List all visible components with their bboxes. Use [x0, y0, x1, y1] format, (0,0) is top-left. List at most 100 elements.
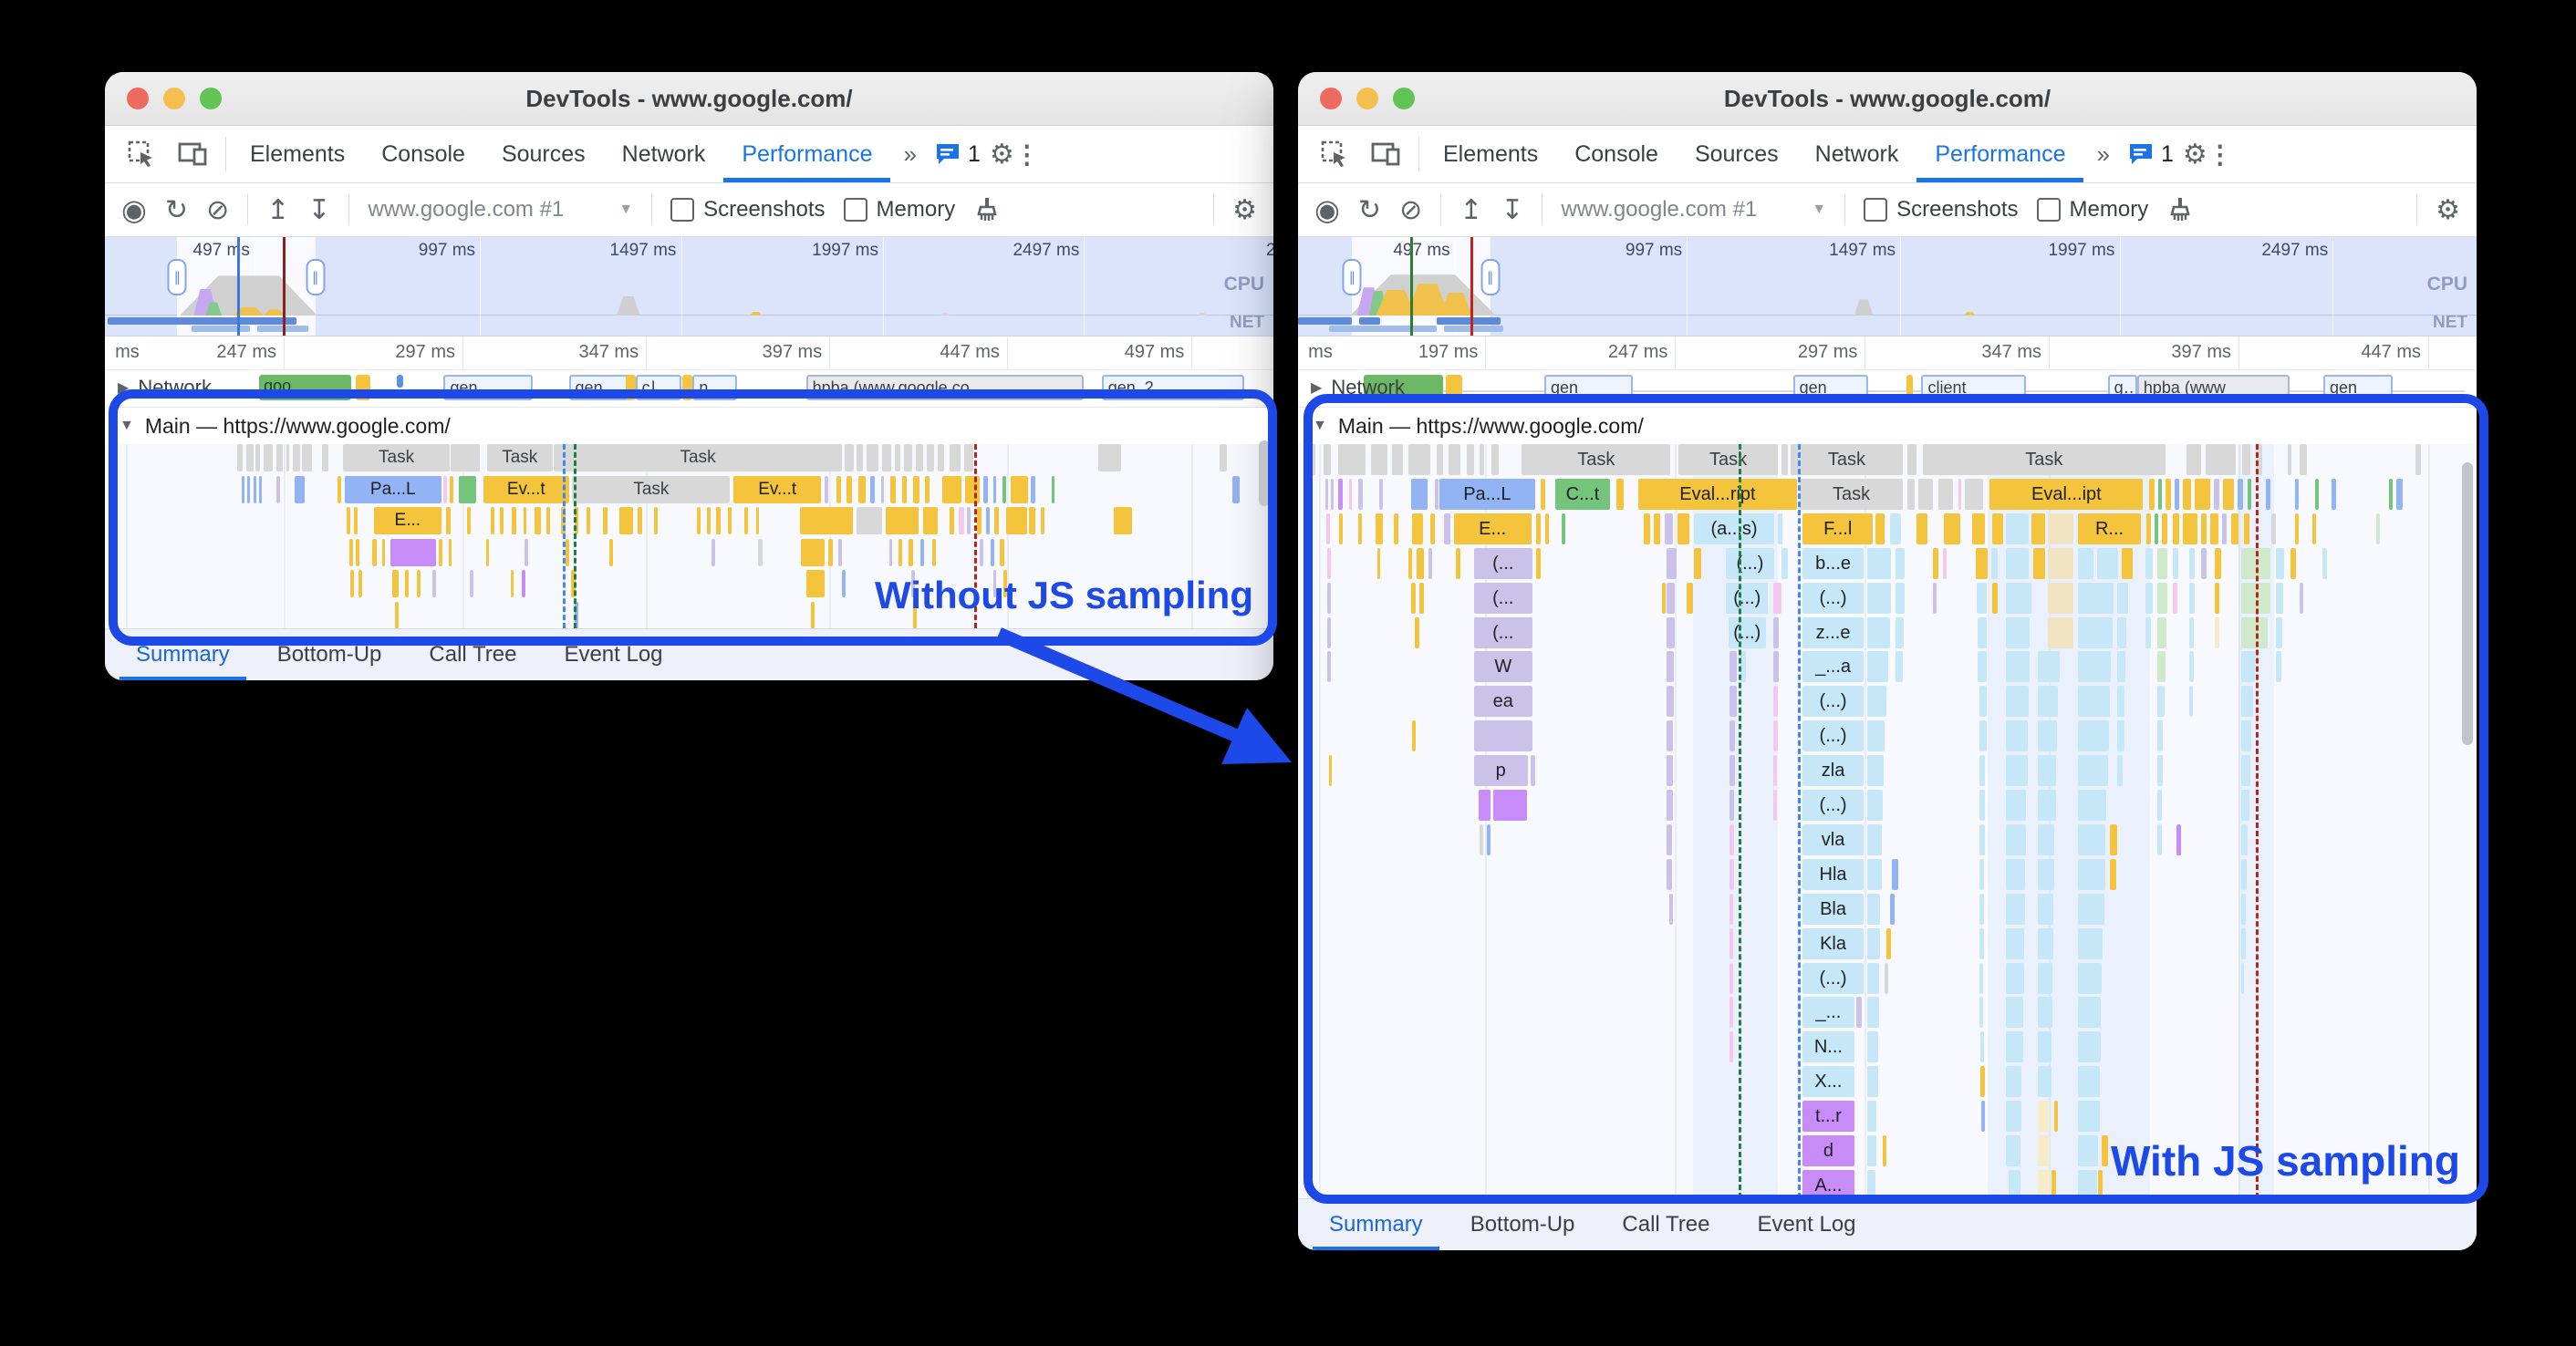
flame-bar[interactable] [2215, 547, 2221, 579]
flame-bar[interactable] [2314, 478, 2319, 510]
expand-triangle-icon[interactable]: ▼ [1313, 418, 1327, 434]
flame-bar[interactable] [2110, 858, 2116, 890]
flame-bar[interactable] [711, 538, 715, 566]
flame-bar[interactable]: Hla [1802, 858, 1864, 890]
flame-bar[interactable] [2047, 616, 2074, 648]
flame-bar[interactable] [259, 475, 263, 503]
flame-bar[interactable] [1449, 444, 1461, 475]
flame-bar[interactable] [889, 475, 897, 503]
flame-bar[interactable] [322, 444, 328, 471]
flame-bar[interactable] [856, 507, 882, 534]
network-request-bar[interactable]: gen [1544, 375, 1633, 400]
flame-bar[interactable] [1867, 582, 1891, 614]
flame-bar[interactable] [2006, 962, 2024, 994]
flame-bar[interactable] [459, 475, 477, 503]
flame-bar[interactable] [2156, 616, 2167, 648]
flame-bar[interactable] [1491, 444, 1499, 475]
flame-bar[interactable] [1772, 651, 1780, 683]
flame-bar[interactable] [1867, 927, 1881, 959]
flame-bar[interactable]: Task [1800, 478, 1903, 510]
flame-bar[interactable] [2188, 582, 2196, 614]
flame-bar[interactable] [800, 507, 853, 534]
flame-bar[interactable] [1419, 582, 1425, 614]
timeline-overview[interactable]: CPU NET 497 ms 997 ms 1497 ms 1997 ms 2497 m… [105, 237, 1273, 336]
flame-bar[interactable] [654, 507, 658, 534]
flame-bar[interactable]: Task [486, 444, 553, 471]
flame-bar[interactable] [2221, 513, 2228, 544]
flame-bar[interactable] [913, 475, 919, 503]
network-request-bar[interactable]: n… [692, 375, 737, 400]
network-request-bar[interactable]: gen_2… [1101, 375, 1244, 400]
kebab-menu-icon[interactable]: ⋮ [2207, 126, 2233, 182]
flame-bar[interactable] [1942, 547, 1947, 579]
flame-bar[interactable] [1393, 513, 1398, 544]
flame-bar[interactable]: (...) [1802, 720, 1864, 752]
flame-bar[interactable] [925, 475, 930, 503]
flame-bar[interactable] [1916, 513, 1927, 544]
flame-bar[interactable] [276, 444, 283, 471]
flame-bar[interactable] [2240, 858, 2248, 890]
flame-bar[interactable] [2006, 1101, 2022, 1133]
flame-bar[interactable] [2145, 582, 2153, 614]
flame-bar[interactable] [2078, 1101, 2100, 1133]
flame-bar[interactable] [2290, 547, 2297, 579]
flame-bar[interactable] [1687, 582, 1693, 614]
flame-bar[interactable] [1772, 755, 1777, 787]
flame-bar[interactable]: Task [343, 444, 450, 471]
flame-bar[interactable] [469, 570, 473, 597]
flame-bar[interactable] [1662, 582, 1667, 614]
flame-bar[interactable] [931, 538, 936, 566]
flame-bar[interactable] [1885, 927, 1891, 959]
flame-bar[interactable] [1348, 478, 1353, 510]
history-select[interactable]: www.google.com #1 ▼ [368, 197, 633, 223]
flame-bar[interactable] [1777, 513, 1782, 544]
flame-bar[interactable] [2038, 1066, 2051, 1098]
flame-bar[interactable] [394, 601, 399, 628]
flame-bar[interactable] [1937, 478, 1954, 510]
flame-bar[interactable] [825, 475, 828, 503]
inspect-element-button[interactable] [1309, 126, 1360, 182]
flame-bar[interactable] [2078, 720, 2109, 752]
flame-bar[interactable] [2295, 513, 2299, 544]
flame-bar[interactable] [2006, 893, 2026, 925]
flame-bar[interactable] [964, 475, 981, 503]
flame-bar[interactable] [1493, 790, 1527, 821]
flame-bar[interactable] [1667, 755, 1673, 787]
flame-bar[interactable] [920, 538, 924, 566]
flame-bar[interactable] [2078, 1169, 2097, 1198]
main-track-header[interactable]: ▼ Main — https://www.google.com/ [105, 408, 1273, 444]
flame-bar[interactable] [2006, 651, 2031, 683]
flame-bar[interactable] [253, 475, 256, 503]
tab-bottom-up[interactable]: Bottom-Up [1450, 1199, 1595, 1250]
flame-bar[interactable] [2038, 651, 2060, 683]
flame-bar[interactable] [2078, 927, 2103, 959]
flame-bar[interactable] [2054, 1101, 2059, 1133]
flame-bar[interactable] [1434, 478, 1439, 510]
flame-bar[interactable]: _... [1802, 997, 1854, 1029]
tab-sources[interactable]: Sources [1677, 126, 1797, 182]
flame-bar[interactable] [356, 538, 360, 566]
flame-bar[interactable] [485, 538, 490, 566]
flame-bar[interactable] [2200, 547, 2207, 579]
flame-bar[interactable] [2231, 513, 2238, 544]
flame-bar[interactable] [2389, 478, 2394, 510]
flame-bar[interactable]: (...) [1802, 962, 1864, 994]
flame-bar[interactable] [276, 475, 281, 503]
flame-bar[interactable] [1896, 651, 1903, 683]
flame-bar[interactable] [2033, 547, 2046, 579]
screenshots-checkbox-group[interactable]: Screenshots [670, 197, 826, 223]
tab-call-tree[interactable]: Call Tree [409, 629, 536, 680]
flame-bar[interactable] [1867, 858, 1882, 890]
flame-bar[interactable]: A... [1802, 1169, 1854, 1198]
flame-bar[interactable] [2009, 1169, 2020, 1198]
flame-bar[interactable] [2006, 686, 2030, 718]
flame-bar[interactable] [2006, 1031, 2023, 1063]
flame-bar[interactable] [1479, 444, 1485, 475]
flame-bar[interactable]: Eval...ipt [1989, 478, 2144, 510]
capture-settings-gear-icon[interactable]: ⚙ [1232, 194, 1257, 226]
flame-bar[interactable] [2188, 686, 2193, 718]
flame-bar[interactable] [1414, 616, 1420, 648]
flame-bar[interactable] [2172, 513, 2180, 544]
flame-bar[interactable] [2145, 547, 2153, 579]
feedback-badge[interactable]: 1 [926, 126, 990, 182]
